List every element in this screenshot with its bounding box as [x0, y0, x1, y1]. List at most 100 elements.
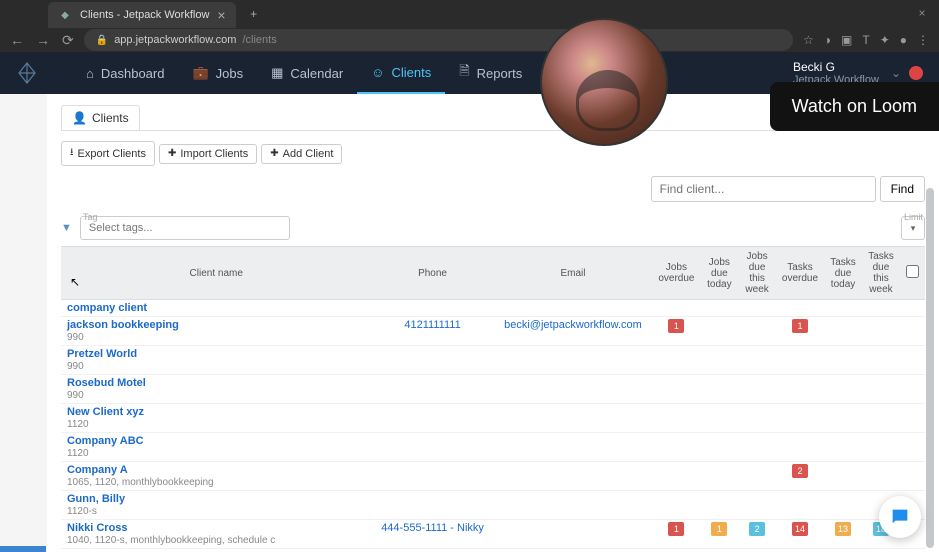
col-client-name[interactable]: Client name: [61, 247, 371, 300]
table-row: New Client1120-s: [61, 549, 925, 552]
nav-dashboard[interactable]: ⌂ Dashboard: [72, 52, 178, 94]
count-badge: 1: [711, 522, 727, 536]
briefcase-icon: 💼: [192, 65, 208, 81]
client-tags: 1065, 1120, monthlybookkeeping: [67, 477, 365, 488]
client-tags: 1040, 1120-s, monthlybookkeeping, schedu…: [67, 535, 365, 546]
find-button[interactable]: Find: [880, 176, 925, 202]
tab-favicon: ◆: [58, 8, 72, 22]
profile-icon[interactable]: ●: [900, 33, 907, 47]
nav-reports[interactable]: 🗎 Reports: [445, 52, 536, 94]
col-email[interactable]: Email: [494, 247, 653, 300]
import-clients-button[interactable]: ✚ Import Clients: [159, 144, 257, 164]
col-jobs-due-today[interactable]: Jobs due today: [700, 247, 738, 300]
user-icon: ☺: [371, 65, 384, 80]
filter-icon[interactable]: ▼: [61, 222, 72, 234]
scrollbar[interactable]: [926, 188, 936, 552]
client-tags: 990: [67, 332, 365, 343]
person-icon: 👤: [72, 111, 87, 125]
table-row: Gunn, Billy1120-s: [61, 491, 925, 520]
export-clients-button[interactable]: ⭳ Export Clients: [61, 141, 155, 166]
client-name-link[interactable]: New Client xyz: [67, 406, 144, 418]
client-name-link[interactable]: Rosebud Motel: [67, 377, 146, 389]
chat-launcher[interactable]: [879, 496, 921, 538]
col-jobs-overdue[interactable]: Jobs overdue: [652, 247, 700, 300]
col-tasks-due-today[interactable]: Tasks due today: [824, 247, 862, 300]
breadcrumb-tab[interactable]: 👤 Clients: [61, 105, 140, 131]
nav-calendar[interactable]: ▦ Calendar: [257, 52, 357, 94]
star-icon[interactable]: ☆: [803, 33, 814, 47]
lock-icon: 🔒: [96, 35, 108, 46]
ext-icon-1[interactable]: ◑: [824, 33, 831, 47]
col-tasks-due-week[interactable]: Tasks due this week: [862, 247, 900, 300]
client-tags: 990: [67, 361, 365, 372]
client-name-link[interactable]: Gunn, Billy: [67, 493, 125, 505]
new-tab-button[interactable]: +: [244, 4, 264, 24]
user-name: Becki G: [793, 60, 879, 74]
watch-on-loom-button[interactable]: Watch on Loom: [770, 82, 939, 131]
scrollbar-thumb[interactable]: [926, 188, 934, 548]
url-path: /clients: [242, 34, 276, 46]
tag-label: Tag: [83, 212, 98, 222]
menu-icon[interactable]: ⋮: [917, 33, 929, 47]
col-select-all[interactable]: [900, 247, 925, 300]
tag-selector[interactable]: Select tags...: [80, 216, 290, 240]
client-name-link[interactable]: Company ABC: [67, 435, 144, 447]
select-all-checkbox[interactable]: [906, 265, 919, 278]
client-name-link[interactable]: Pretzel World: [67, 348, 137, 360]
plus-icon: ✚: [168, 148, 176, 159]
client-phone[interactable]: 444-555-1111 - Nikky: [381, 522, 484, 534]
ext-icon-3[interactable]: T: [862, 33, 869, 47]
calendar-icon: ▦: [271, 65, 283, 81]
browser-chrome: ◆ Clients - Jetpack Workflow × + × ← → ⟳…: [0, 0, 939, 52]
find-client-input[interactable]: [651, 176, 876, 202]
count-badge: 13: [835, 522, 851, 536]
table-row: company client: [61, 300, 925, 317]
col-phone[interactable]: Phone: [371, 247, 493, 300]
reload-icon[interactable]: ⟳: [62, 32, 74, 49]
count-badge: 14: [792, 522, 808, 536]
dashboard-icon: ⌂: [86, 66, 94, 81]
col-tasks-overdue[interactable]: Tasks overdue: [776, 247, 824, 300]
browser-tab[interactable]: ◆ Clients - Jetpack Workflow ×: [48, 2, 236, 28]
app-logo[interactable]: [12, 58, 42, 88]
table-row: New Client xyz1120: [61, 404, 925, 433]
client-name-link[interactable]: jackson bookkeeping: [67, 319, 179, 331]
url-host: app.jetpackworkflow.com: [114, 34, 236, 46]
sidebar-sliver: [0, 546, 46, 552]
nav-jobs[interactable]: 💼 Jobs: [178, 52, 257, 94]
table-row: Company A1065, 1120, monthlybookkeeping 2: [61, 462, 925, 491]
close-tab-icon[interactable]: ×: [217, 8, 225, 22]
presenter-avatar[interactable]: [540, 18, 668, 146]
add-client-button[interactable]: ✚ Add Client: [261, 144, 342, 164]
back-icon[interactable]: ←: [10, 32, 24, 49]
client-tags: 990: [67, 390, 365, 401]
download-icon: ⭳: [70, 145, 74, 162]
plus-icon: ✚: [270, 148, 278, 159]
chevron-down-icon[interactable]: ⌄: [891, 66, 901, 80]
extensions-icon[interactable]: ✦: [880, 33, 890, 47]
address-bar[interactable]: 🔒 app.jetpackworkflow.com/clients: [84, 29, 793, 51]
client-email[interactable]: becki@jetpackworkflow.com: [504, 319, 642, 331]
client-name-link[interactable]: Nikki Cross: [67, 522, 128, 534]
table-row: Nikki Cross1040, 1120-s, monthlybookkeep…: [61, 520, 925, 549]
client-phone[interactable]: 4121111111: [404, 319, 460, 331]
client-name-link[interactable]: company client: [67, 302, 147, 314]
count-badge: 1: [668, 522, 684, 536]
table-row: Rosebud Motel990: [61, 375, 925, 404]
window-close-icon[interactable]: ×: [915, 6, 929, 20]
client-tags: 1120-s: [67, 506, 365, 517]
client-name-link[interactable]: Company A: [67, 464, 128, 476]
nav-clients[interactable]: ☺ Clients: [357, 52, 445, 94]
breadcrumb-label: Clients: [92, 111, 129, 125]
count-badge: 1: [792, 319, 808, 333]
col-jobs-due-week[interactable]: Jobs due this week: [738, 247, 776, 300]
main-area: 👤 Clients ⭳ Export Clients ✚ Import Clie…: [0, 94, 939, 552]
ext-icon-2[interactable]: ▣: [841, 33, 852, 47]
count-badge: 2: [749, 522, 765, 536]
tab-title: Clients - Jetpack Workflow: [80, 9, 209, 21]
count-badge: 2: [792, 464, 808, 478]
count-badge: 1: [668, 319, 684, 333]
notification-dot[interactable]: [909, 66, 923, 80]
forward-icon[interactable]: →: [36, 32, 50, 49]
clients-table: Client name Phone Email Jobs overdue Job…: [61, 246, 925, 552]
